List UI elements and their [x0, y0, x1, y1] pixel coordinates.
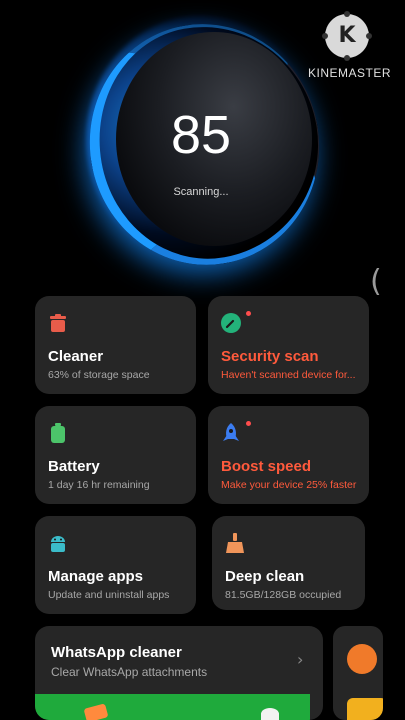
whatsapp-cleaner-card[interactable]: WhatsApp cleaner Clear WhatsApp attachme…	[35, 626, 323, 720]
whatsapp-subtitle: Clear WhatsApp attachments	[51, 665, 208, 679]
card-title: Battery	[48, 458, 100, 475]
card-title: Cleaner	[48, 348, 104, 365]
deep-clean-card[interactable]: Deep clean 81.5GB/128GB occupied	[212, 516, 365, 610]
scan-score: 85	[170, 105, 232, 165]
card-title: Deep clean	[225, 568, 305, 585]
boost-speed-card[interactable]: Boost speed Make your device 25% faster	[208, 406, 369, 504]
scan-orb: 85 Scanning...	[70, 5, 339, 284]
card-title: Boost speed	[221, 458, 312, 475]
cleaner-card[interactable]: Cleaner 63% of storage space	[35, 296, 196, 394]
watermark-text: KINEMASTER	[308, 66, 392, 80]
alert-dot	[246, 311, 251, 316]
kinemaster-watermark: K KINEMASTER	[308, 10, 398, 90]
scan-status: Scanning...	[173, 186, 229, 198]
broom-icon	[226, 533, 244, 553]
partial-card-icon	[347, 644, 377, 674]
kinemaster-logo-icon: K	[322, 11, 372, 61]
rocket-icon	[223, 423, 239, 441]
edge-handle[interactable]: (	[370, 264, 382, 299]
manage-apps-card[interactable]: Manage apps Update and uninstall apps	[35, 516, 196, 614]
card-subtitle: 1 day 16 hr remaining	[48, 479, 150, 491]
battery-icon	[51, 423, 65, 443]
watermark-letter: K	[338, 23, 356, 48]
card-subtitle: 81.5GB/128GB occupied	[225, 589, 342, 601]
card-subtitle: 63% of storage space	[48, 369, 150, 381]
card-subtitle: Haven't scanned device for...	[221, 369, 356, 381]
shield-clock-icon	[221, 313, 241, 333]
partial-card-preview	[347, 698, 383, 720]
security-scan-card[interactable]: Security scan Haven't scanned device for…	[208, 296, 369, 394]
alert-dot	[246, 421, 251, 426]
battery-card[interactable]: Battery 1 day 16 hr remaining	[35, 406, 196, 504]
chevron-right-icon: ›	[297, 650, 304, 669]
trash-icon	[50, 314, 66, 332]
partial-card[interactable]	[333, 626, 383, 720]
card-title: Security scan	[221, 348, 319, 365]
card-subtitle: Make your device 25% faster	[221, 479, 357, 491]
android-icon	[51, 536, 65, 552]
attachment-thumbnail	[261, 708, 279, 720]
whatsapp-title: WhatsApp cleaner	[51, 644, 182, 661]
card-title: Manage apps	[48, 568, 144, 585]
card-subtitle: Update and uninstall apps	[48, 589, 170, 601]
